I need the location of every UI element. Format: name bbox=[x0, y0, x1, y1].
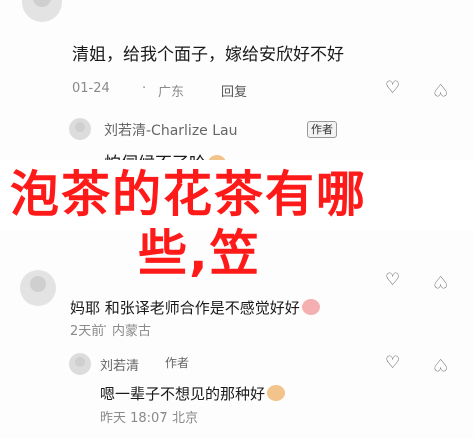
comment-location: 广东 bbox=[158, 85, 185, 100]
author-avatar[interactable] bbox=[69, 118, 91, 140]
reply-text-content: 嗯一辈子不想见的那种好 bbox=[100, 385, 266, 403]
dislike-icon[interactable]: ♡ bbox=[433, 271, 448, 291]
author-badge: 作者 bbox=[307, 121, 337, 138]
page-title-line-1: 泡茶的花茶有哪 bbox=[10, 166, 368, 223]
dislike-icon[interactable]: ♡ bbox=[433, 354, 448, 374]
dislike-icon[interactable]: ♡ bbox=[433, 79, 448, 99]
page-title-line-2: 些,笠 bbox=[138, 225, 261, 282]
comment-text: 清姐，给我个面子，嫁给安欣好不好 bbox=[72, 45, 344, 65]
user-avatar[interactable] bbox=[22, 0, 62, 22]
comment-feed: 清姐，给我个面子，嫁给安欣好不好 01-24 · 广东 回复 ♡ ♡ 刘若清-C… bbox=[0, 0, 473, 438]
reply-button[interactable]: 回复 bbox=[221, 81, 247, 100]
pig-face-emoji-icon bbox=[301, 299, 320, 315]
like-heart-icon[interactable]: ♡ bbox=[385, 80, 400, 97]
reply-text: 嗯一辈子不想见的那种好 bbox=[100, 383, 286, 404]
comment-text-content: 妈耶 和张译老师合作是不感觉好好 bbox=[70, 299, 300, 317]
author-avatar[interactable] bbox=[69, 353, 91, 375]
comment-date: 01-24 bbox=[72, 81, 110, 96]
user-avatar[interactable] bbox=[20, 270, 56, 306]
author-name[interactable]: 刘若清-Charlize Lau bbox=[104, 120, 237, 140]
comment-location: 内蒙古 bbox=[112, 324, 152, 339]
comment-date: 2天前 bbox=[70, 324, 105, 339]
author-name[interactable]: 刘若清 bbox=[100, 355, 139, 374]
comment-date: 昨天 18:07 bbox=[100, 411, 168, 426]
like-heart-icon[interactable]: ♡ bbox=[385, 355, 400, 372]
like-heart-icon[interactable]: ♡ bbox=[385, 272, 400, 289]
author-badge: 作者 bbox=[165, 356, 190, 370]
comment-text: 妈耶 和张译老师合作是不感觉好好 bbox=[70, 297, 320, 318]
location-separator: · bbox=[161, 407, 166, 422]
title-banner: 泡茶的花茶有哪 bbox=[0, 160, 473, 230]
laughing-emoji-icon bbox=[267, 385, 286, 401]
location-separator: · bbox=[103, 320, 108, 335]
comment-location: 北京 bbox=[172, 411, 199, 426]
location-separator: · bbox=[142, 81, 147, 96]
